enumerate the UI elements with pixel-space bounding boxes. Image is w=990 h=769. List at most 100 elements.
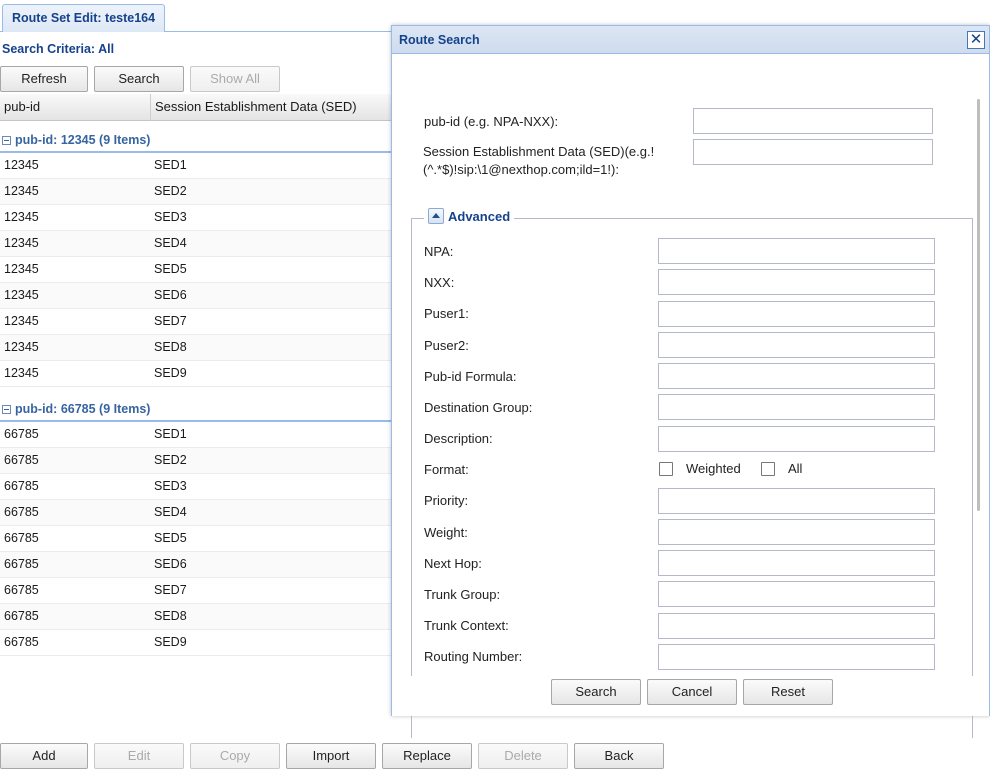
close-icon[interactable]: ✕ [967, 31, 985, 49]
cell-pub-id: 12345 [4, 158, 39, 172]
nxx-input[interactable] [658, 269, 935, 295]
table-row[interactable]: 12345 SED4 [0, 231, 392, 257]
table-row[interactable]: 66785 SED3 [0, 474, 392, 500]
table-row[interactable]: 12345 SED8 [0, 335, 392, 361]
table-row[interactable]: 12345 SED7 [0, 309, 392, 335]
group-header-label: pub-id: 66785 (9 Items) [15, 402, 151, 416]
show-all-button[interactable]: Show All [190, 66, 280, 92]
cell-pub-id: 12345 [4, 340, 39, 354]
search-criteria-label: Search Criteria: All [2, 42, 115, 56]
weighted-checkbox[interactable] [659, 462, 673, 476]
weight-label: Weight: [424, 525, 468, 540]
trunk-context-input[interactable] [658, 613, 935, 639]
back-button[interactable]: Back [574, 743, 664, 769]
column-header-sed[interactable]: Session Establishment Data (SED) [150, 94, 392, 121]
dialog-scrollbar[interactable] [977, 99, 980, 511]
cell-pub-id: 66785 [4, 609, 39, 623]
trunk-group-label: Trunk Group: [424, 587, 501, 602]
table-row[interactable]: 66785 SED8 [0, 604, 392, 630]
group-header[interactable]: pub-id: 66785 (9 Items) [0, 394, 392, 422]
group-header-label: pub-id: 12345 (9 Items) [15, 133, 151, 147]
destination-group-input[interactable] [658, 394, 935, 420]
column-header-pub-id[interactable]: pub-id [0, 94, 150, 121]
advanced-label: Advanced [448, 209, 511, 224]
cell-pub-id: 66785 [4, 531, 39, 545]
cell-sed: SED3 [154, 479, 187, 493]
next-hop-input[interactable] [658, 550, 935, 576]
cell-sed: SED6 [154, 288, 187, 302]
routing-number-label: Routing Number: [424, 649, 523, 664]
weight-input[interactable] [658, 519, 935, 545]
grid-header: pub-id Session Establishment Data (SED) [0, 94, 392, 121]
trunk-context-label: Trunk Context: [424, 618, 509, 633]
npa-input[interactable] [658, 238, 935, 264]
table-row[interactable]: 12345 SED6 [0, 283, 392, 309]
collapse-icon[interactable] [2, 136, 11, 145]
import-button[interactable]: Import [286, 743, 376, 769]
all-checkbox[interactable] [761, 462, 775, 476]
collapse-icon[interactable] [2, 405, 11, 414]
cell-sed: SED4 [154, 236, 187, 250]
table-row[interactable]: 66785 SED2 [0, 448, 392, 474]
cell-sed: SED5 [154, 531, 187, 545]
copy-button[interactable]: Copy [190, 743, 280, 769]
puser1-input[interactable] [658, 301, 935, 327]
cell-pub-id: 12345 [4, 236, 39, 250]
sed-input[interactable] [693, 139, 933, 165]
pubid-formula-input[interactable] [658, 363, 935, 389]
replace-button[interactable]: Replace [382, 743, 472, 769]
grid-group: pub-id: 66785 (9 Items) 66785 SED1 66785 S… [0, 394, 392, 656]
pubid-formula-label: Pub-id Formula: [424, 369, 517, 384]
tab-route-set-edit[interactable]: Route Set Edit: teste164 [2, 4, 166, 32]
advanced-legend[interactable]: Advanced [424, 208, 515, 226]
cell-sed: SED3 [154, 210, 187, 224]
grid-group: pub-id: 12345 (9 Items) 12345 SED1 12345 S… [0, 125, 392, 387]
group-header[interactable]: pub-id: 12345 (9 Items) [0, 125, 392, 153]
table-row[interactable]: 12345 SED2 [0, 179, 392, 205]
cell-pub-id: 12345 [4, 314, 39, 328]
cell-sed: SED2 [154, 184, 187, 198]
dialog-cancel-button[interactable]: Cancel [647, 679, 737, 705]
collapse-arrow-icon[interactable] [428, 208, 444, 224]
table-row[interactable]: 66785 SED1 [0, 422, 392, 448]
table-row[interactable]: 12345 SED3 [0, 205, 392, 231]
table-row[interactable]: 12345 SED5 [0, 257, 392, 283]
dialog-header[interactable]: Route Search ✕ [392, 26, 989, 54]
cell-sed: SED2 [154, 453, 187, 467]
cell-pub-id: 66785 [4, 479, 39, 493]
cell-pub-id: 66785 [4, 557, 39, 571]
table-row[interactable]: 66785 SED6 [0, 552, 392, 578]
cell-pub-id: 66785 [4, 427, 39, 441]
table-row[interactable]: 66785 SED4 [0, 500, 392, 526]
search-button[interactable]: Search [94, 66, 184, 92]
nxx-label: NXX: [424, 275, 455, 290]
cell-sed: SED1 [154, 158, 187, 172]
cell-pub-id: 66785 [4, 505, 39, 519]
table-row[interactable]: 12345 SED1 [0, 153, 392, 179]
cell-pub-id: 12345 [4, 184, 39, 198]
npa-label: NPA: [424, 244, 454, 259]
trunk-group-input[interactable] [658, 581, 935, 607]
table-row[interactable]: 66785 SED7 [0, 578, 392, 604]
cell-sed: SED9 [154, 366, 187, 380]
dialog-search-button[interactable]: Search [551, 679, 641, 705]
cell-sed: SED7 [154, 314, 187, 328]
cell-sed: SED9 [154, 635, 187, 649]
table-row[interactable]: 66785 SED5 [0, 526, 392, 552]
dialog-reset-button[interactable]: Reset [743, 679, 833, 705]
routing-number-input[interactable] [658, 644, 935, 670]
add-button[interactable]: Add [0, 743, 88, 769]
priority-input[interactable] [658, 488, 935, 514]
table-row[interactable]: 66785 SED9 [0, 630, 392, 656]
edit-button[interactable]: Edit [94, 743, 184, 769]
puser2-input[interactable] [658, 332, 935, 358]
delete-button[interactable]: Delete [478, 743, 568, 769]
cell-pub-id: 66785 [4, 583, 39, 597]
refresh-button[interactable]: Refresh [0, 66, 88, 92]
pubid-input[interactable] [693, 108, 933, 134]
dialog-title: Route Search [399, 33, 480, 47]
description-input[interactable] [658, 426, 935, 452]
sed-label-line2: (^.*$)!sip:\1@nexthop.com;ild=1!): [423, 162, 619, 177]
priority-label: Priority: [424, 493, 469, 508]
table-row[interactable]: 12345 SED9 [0, 361, 392, 387]
